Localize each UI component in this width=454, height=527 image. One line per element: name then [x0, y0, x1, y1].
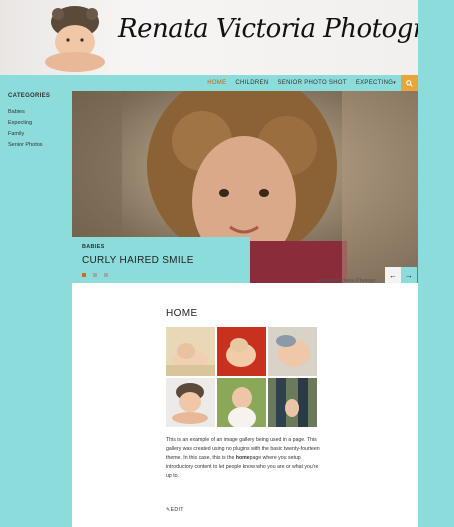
slider-prev-button[interactable]: ← [385, 267, 401, 283]
edit-label: EDIT [170, 507, 184, 513]
intro-home-link[interactable]: home [236, 455, 250, 461]
slide-dot-3[interactable] [104, 273, 108, 277]
arrow-right-icon: → [405, 270, 413, 280]
category-senior-photos[interactable]: Senior Photos [8, 140, 43, 151]
slide-dot-1[interactable] [82, 273, 86, 277]
image-gallery [166, 327, 318, 427]
chevron-down-icon: ▾ [393, 80, 396, 86]
gallery-thumb-2[interactable] [217, 327, 266, 376]
main-navigation: HOME CHILDREN SENIOR PHOTO SHOT EXPECTIN… [0, 75, 418, 91]
gallery-thumb-5[interactable] [217, 378, 266, 427]
nav-item-expecting[interactable]: EXPECTING▾ [356, 80, 396, 86]
site-title[interactable]: Renata Victoria Photography [118, 14, 418, 44]
gallery-thumb-6[interactable] [268, 378, 317, 427]
page-title: HOME [166, 308, 198, 319]
gallery-thumb-3[interactable] [268, 327, 317, 376]
nav-menu: HOME CHILDREN SENIOR PHOTO SHOT EXPECTIN… [207, 75, 396, 91]
nav-item-expecting-label: EXPECTING [355, 80, 394, 86]
site-header: Renata Victoria Photography [0, 0, 418, 75]
edit-link[interactable]: ✎EDIT [166, 507, 184, 513]
search-button[interactable] [401, 75, 418, 91]
arrow-left-icon: ← [389, 270, 397, 280]
nav-item-home[interactable]: HOME [207, 80, 226, 86]
nav-item-senior-photo-shot[interactable]: SENIOR PHOTO SHOT [277, 80, 346, 86]
header-baby-photo [45, 6, 105, 72]
slide-dot-2[interactable] [93, 273, 97, 277]
category-family[interactable]: Family [8, 129, 43, 140]
slider-next-button[interactable]: → [401, 267, 417, 283]
gallery-thumb-1[interactable] [166, 327, 215, 376]
page-intro-text: This is an example of an image gallery b… [166, 436, 322, 481]
category-babies[interactable]: Babies [8, 107, 43, 118]
slide-title[interactable]: CURLY HAIRED SMILE [82, 255, 194, 266]
categories-title: CATEGORIES [8, 93, 51, 99]
slide-dots [82, 273, 108, 277]
search-icon [406, 79, 413, 87]
slide-category-tag[interactable]: BABIES [82, 244, 105, 250]
category-list: Babies Expecting Family Senior Photos [8, 107, 43, 151]
slide-caption: BABIES CURLY HAIRED SMILE [72, 237, 250, 283]
nav-item-children[interactable]: CHILDREN [235, 80, 268, 86]
sidebar [0, 91, 72, 527]
category-expecting[interactable]: Expecting [8, 118, 43, 129]
right-margin [418, 0, 454, 527]
gallery-thumb-4[interactable] [166, 378, 215, 427]
